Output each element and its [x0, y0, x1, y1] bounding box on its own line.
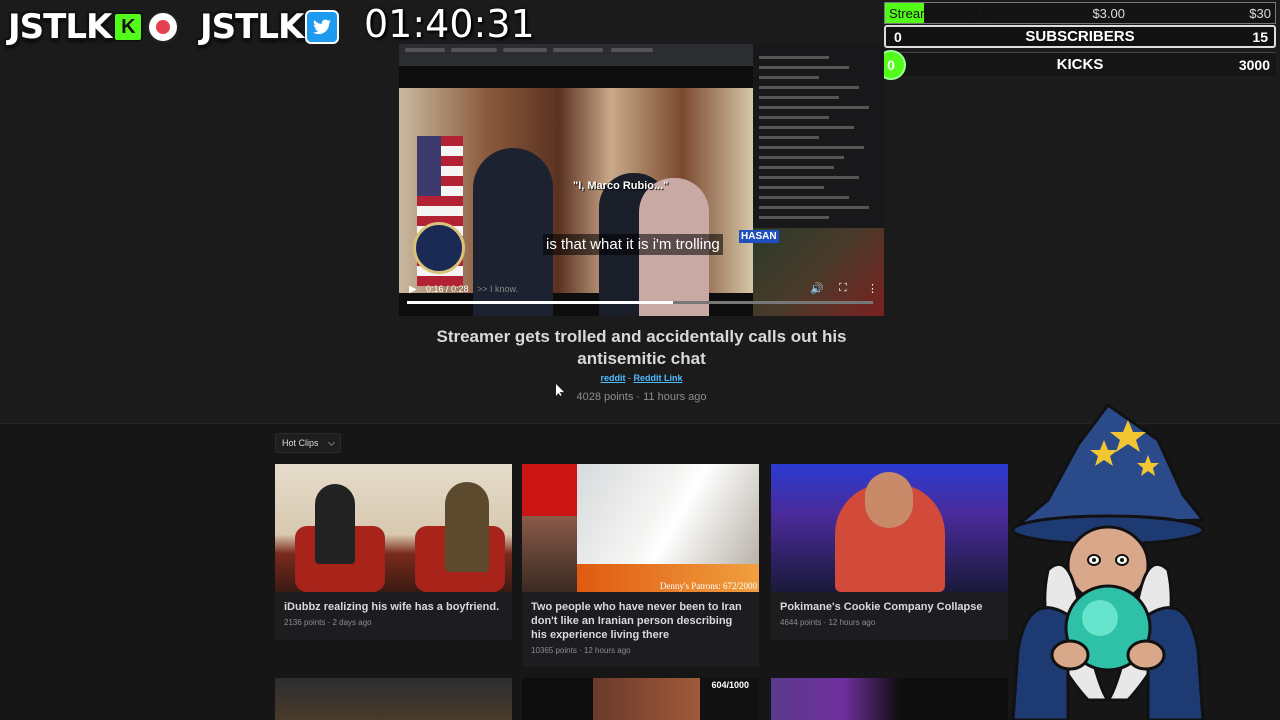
subscribers-label: SUBSCRIBERS [1025, 28, 1135, 45]
live-caption: is that what it is i'm trolling [543, 234, 723, 255]
clip-thumbnail[interactable] [275, 678, 512, 720]
post-meta: 4028 points · 11 hours ago [576, 391, 707, 403]
twitter-bird-icon [305, 10, 340, 44]
more-icon[interactable]: ⋮ [867, 282, 878, 295]
reddit-link[interactable]: reddit [600, 373, 625, 383]
record-icon [147, 11, 180, 43]
post-title: Streamer gets trolled and accidentally c… [436, 327, 847, 368]
clip-meta: 2136 points · 2 days ago [284, 618, 372, 627]
stream-timer: 01:40:31 [364, 2, 535, 46]
clip-thumbnail[interactable] [771, 464, 1008, 592]
video-browser-bar [399, 44, 753, 66]
goal-amount: $3.00 [1092, 5, 1125, 21]
video-progress-fill [407, 301, 673, 304]
kicks-goal: 0 KICKS 3000 [876, 50, 1276, 80]
thumbnail-overlay-text: Denny's Patrons: 672/2000 [659, 581, 757, 591]
clip-thumbnail[interactable]: Denny's Patrons: 672/2000 [522, 464, 759, 592]
thumbnail-overlay-text: 604/1000 [711, 680, 749, 690]
video-controls: ▶ 0:16 / 0:28 >> I know. 🔊 ⛶ ⋮ [399, 282, 884, 316]
reddit-post-link[interactable]: Reddit Link [634, 373, 683, 383]
clip-thumbnail[interactable]: 604/1000 [522, 678, 759, 720]
fullscreen-icon[interactable]: ⛶ [839, 282, 847, 295]
clip-title[interactable]: Two people who have never been to Iran d… [522, 592, 759, 642]
twitter-brand-overlay: JSTLK [200, 7, 340, 47]
kick-brand-overlay: JSTLK K [8, 7, 180, 47]
subscribers-goal: 0 SUBSCRIBERS 15 [884, 25, 1276, 48]
clip-card[interactable]: Denny's Patrons: 672/2000 Two people who… [522, 464, 759, 667]
post-links: reddit - Reddit Link [400, 373, 883, 383]
clip-title[interactable]: Pokimane's Cookie Company Collapse [771, 592, 1008, 614]
kicks-label: KICKS [1056, 56, 1104, 73]
play-icon[interactable]: ▶ [409, 284, 417, 295]
clip-card[interactable]: iDubbz realizing his wife has a boyfrien… [275, 464, 512, 640]
clip-meta: 4644 points · 12 hours ago [780, 618, 876, 627]
goal-target: $30 [1249, 5, 1271, 21]
brand-text: JSTLK [8, 7, 112, 47]
link-separator: - [625, 373, 634, 383]
video-time: 0:16 / 0:28 [426, 284, 469, 294]
clip-card[interactable]: Pokimane's Cookie Company Collapse 4644 … [771, 464, 1008, 640]
video-player[interactable]: "I, Marco Rubio..." is that what it is i… [399, 44, 884, 316]
kicks-target: 3000 [1238, 56, 1270, 73]
channel-badge: HASAN [739, 230, 779, 243]
faded-subtitle: >> I know. [477, 284, 519, 294]
seal-image [413, 222, 465, 274]
goal-label: Stream Hours +1 [889, 5, 988, 21]
chat-panel-image [753, 44, 884, 228]
video-quote-caption: "I, Marco Rubio..." [573, 180, 669, 192]
wizard-mascot-icon [1011, 402, 1207, 720]
clip-meta: 10365 points · 12 hours ago [531, 646, 631, 655]
clip-thumbnail[interactable] [275, 464, 512, 592]
clip-thumbnail[interactable] [771, 678, 1008, 720]
clip-title[interactable]: iDubbz realizing his wife has a boyfrien… [275, 592, 512, 614]
subscribers-target: 15 [1252, 28, 1268, 45]
video-progress-bar[interactable] [407, 301, 873, 304]
volume-icon[interactable]: 🔊 [810, 282, 824, 295]
filter-selected: Hot Clips [282, 438, 319, 448]
kick-logo-icon: K [113, 12, 144, 42]
clips-filter-select[interactable]: Hot Clips [275, 433, 341, 453]
chevron-down-icon [327, 438, 336, 447]
stream-hours-goal: Stream Hours +1 $3.00 $30 [884, 2, 1276, 24]
brand-text: JSTLK [200, 7, 304, 47]
